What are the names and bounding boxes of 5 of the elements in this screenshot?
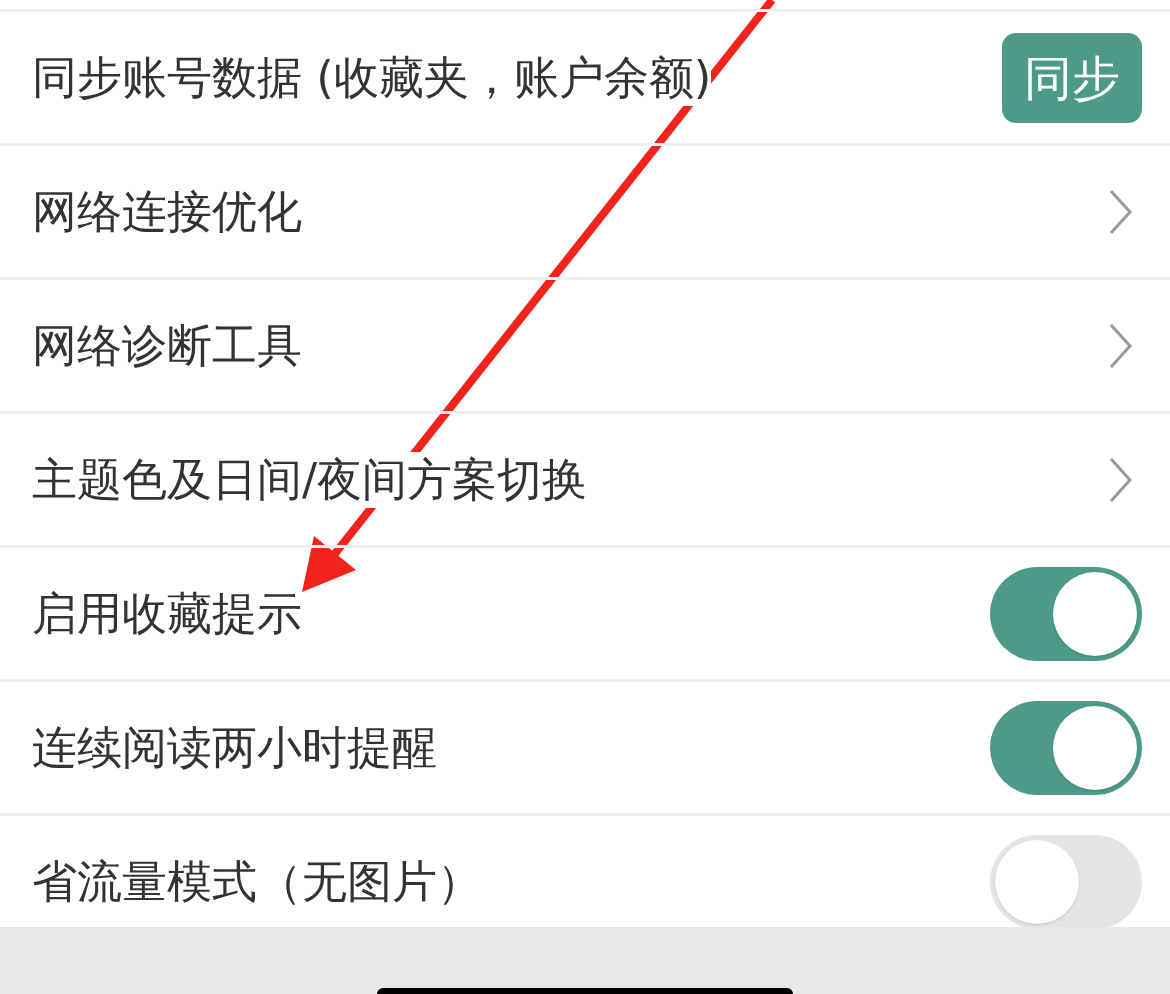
setting-label: 主题色及日间/夜间方案切换 [32, 451, 588, 508]
chevron-right-icon[interactable] [1108, 455, 1134, 504]
chevron-right-icon[interactable] [1108, 321, 1134, 370]
sync-button[interactable]: 同步 [1002, 32, 1142, 123]
chevron-right-icon[interactable] [1108, 187, 1134, 236]
